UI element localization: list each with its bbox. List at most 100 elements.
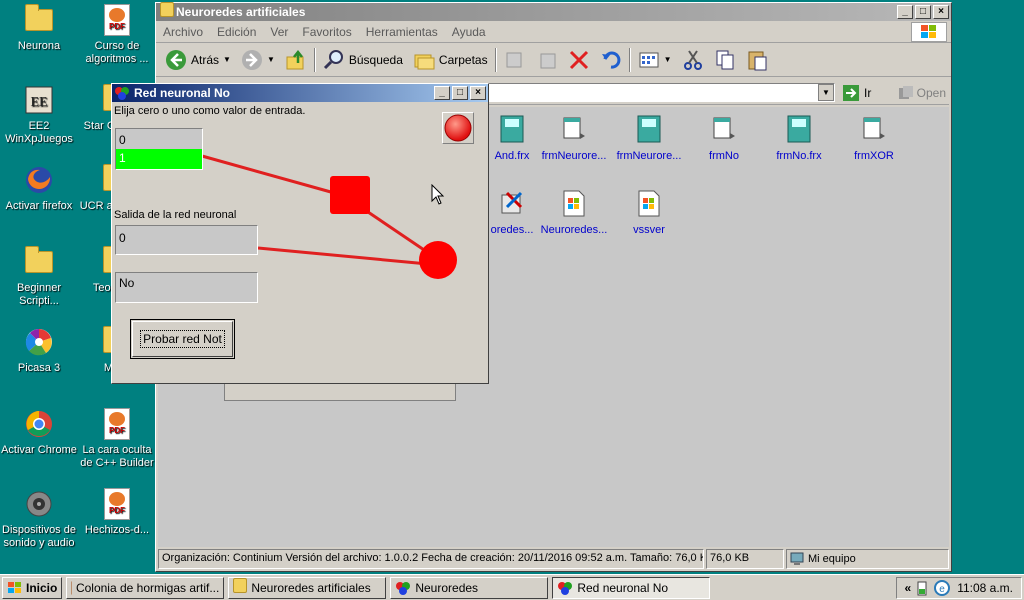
output-neuron <box>419 241 457 279</box>
taskbar-item-red-neuronal[interactable]: Red neuronal No <box>552 576 711 599</box>
file-item[interactable]: vssver <box>609 189 689 236</box>
copy-button[interactable] <box>711 49 739 71</box>
desktop-icon-curso[interactable]: PDF Curso de algoritmos ... <box>78 4 156 66</box>
file-item[interactable]: frmXOR <box>834 115 914 162</box>
frx-file-icon <box>637 115 661 143</box>
file-item[interactable]: frmNo <box>684 115 764 162</box>
delete-button[interactable] <box>565 49 593 71</box>
explorer-titlebar[interactable]: Neuroredes artificiales _ □ × <box>156 2 951 21</box>
address-input[interactable]: ▼ <box>488 83 835 102</box>
paste-icon <box>748 51 767 70</box>
status-info: Organización: Continium Versión del arch… <box>158 549 704 569</box>
system-tray: « e 11:08 a.m. <box>895 576 1022 599</box>
game-icon: EE <box>25 86 53 114</box>
menu-edicion[interactable]: Edición <box>210 25 263 39</box>
pdf-reader-icon <box>71 581 72 594</box>
views-button[interactable]: ▼ <box>635 49 675 71</box>
computer-icon <box>790 552 804 565</box>
battery-icon[interactable] <box>917 580 927 596</box>
explorer-menubar: Archivo Edición Ver Favoritos Herramient… <box>156 21 951 43</box>
windows-logo-icon <box>911 21 947 42</box>
picasa-icon <box>25 329 52 356</box>
start-button[interactable]: Inicio <box>2 576 63 599</box>
cut-button[interactable] <box>679 49 707 71</box>
dialog-minimize-button[interactable]: _ <box>434 86 450 100</box>
desktop-icon-neurona[interactable]: Neurona <box>0 4 78 53</box>
views-icon <box>639 52 659 67</box>
folders-button[interactable]: Carpetas <box>410 49 491 71</box>
up-folder-icon <box>286 49 304 69</box>
delete-x-icon <box>569 50 588 69</box>
firefox-icon <box>26 167 52 193</box>
menu-archivo[interactable]: Archivo <box>156 25 210 39</box>
back-button[interactable]: Atrás ▼ <box>162 49 234 71</box>
folder-icon <box>25 246 53 273</box>
undo-icon <box>601 51 620 69</box>
explorer-toolbar: Atrás ▼ ▼ Búsqueda Carpetas ▼ <box>156 43 951 77</box>
copy-icon <box>716 50 734 69</box>
tray-expand-button[interactable]: « <box>905 581 912 595</box>
paste-button[interactable] <box>743 49 771 71</box>
forward-button[interactable]: ▼ <box>238 49 278 71</box>
chevron-down-icon: ▼ <box>223 55 231 64</box>
taskbar-item-neuroredes-artificiales[interactable]: Neuroredes artificiales <box>228 576 387 599</box>
menu-favoritos[interactable]: Favoritos <box>295 25 358 39</box>
back-arrow-icon <box>166 49 186 70</box>
desktop-icon-chrome[interactable]: Activar Chrome <box>0 408 78 457</box>
desktop-icon-picasa[interactable]: Picasa 3 <box>0 326 78 375</box>
chrome-icon <box>26 411 52 437</box>
maximize-button[interactable]: □ <box>915 5 931 19</box>
explorer-statusbar: Organización: Continium Versión del arch… <box>158 549 949 569</box>
file-item[interactable]: frmNo.frx <box>759 115 839 162</box>
explorer-title: Neuroredes artificiales <box>176 5 306 19</box>
desktop: Neurona EE EE2 WinXpJuegos Activar firef… <box>0 0 1024 574</box>
speaker-icon <box>26 491 52 517</box>
taskbar-item-colonia[interactable]: Colonia de hormigas artif... <box>66 576 225 599</box>
undo-button[interactable] <box>597 49 625 71</box>
pdf-icon: PDF <box>104 488 130 520</box>
chevron-down-icon: ▼ <box>266 55 275 64</box>
address-dropdown-button[interactable]: ▼ <box>818 84 834 101</box>
search-button[interactable]: Búsqueda <box>320 49 406 71</box>
copy-to-button[interactable] <box>533 49 561 71</box>
menu-ver[interactable]: Ver <box>263 25 295 39</box>
file-item[interactable]: Neuroredes... <box>534 189 614 236</box>
menu-herramientas[interactable]: Herramientas <box>359 25 445 39</box>
taskbar: Inicio Colonia de hormigas artif... Neur… <box>0 574 1024 600</box>
desktop-icon-sound[interactable]: Dispositivos de sonido y audio <box>0 488 78 550</box>
frx-file-icon <box>500 115 524 143</box>
folders-icon <box>414 54 435 69</box>
result-field: No <box>115 272 258 303</box>
neural-network-dialog: Red neuronal No _ □ × Elija cero o uno c… <box>111 83 489 384</box>
file-item[interactable]: frmNeurore... <box>534 115 614 162</box>
network-icon[interactable]: e <box>933 579 951 596</box>
desktop-icon-firefox[interactable]: Activar firefox <box>0 164 78 213</box>
desktop-icon-beginner[interactable]: Beginner Scripti... <box>0 246 78 308</box>
test-network-button[interactable]: Probar red Not <box>130 319 235 359</box>
close-button[interactable]: × <box>933 5 949 19</box>
dialog-titlebar[interactable]: Red neuronal No _ □ × <box>112 84 488 102</box>
folder-icon <box>233 577 248 593</box>
menu-ayuda[interactable]: Ayuda <box>445 25 493 39</box>
go-arrow-icon <box>843 84 859 101</box>
go-button[interactable]: Ir <box>839 84 891 102</box>
dialog-close-button[interactable]: × <box>470 86 486 100</box>
dialog-maximize-button[interactable]: □ <box>452 86 468 100</box>
input-list: 0 1 <box>115 128 203 170</box>
input-option-one[interactable]: 1 <box>116 149 202 169</box>
status-size: 76,0 KB <box>706 549 784 569</box>
taskbar-item-neuroredes[interactable]: Neuroredes <box>390 576 549 599</box>
minimize-button[interactable]: _ <box>897 5 913 19</box>
desktop-icon-lacara[interactable]: PDF La cara oculta de C++ Builder <box>78 408 156 470</box>
move-to-icon <box>506 52 522 67</box>
move-to-button[interactable] <box>501 49 529 71</box>
file-item[interactable]: frmNeurore... <box>609 115 689 162</box>
forward-arrow-icon <box>241 49 262 70</box>
open-button[interactable]: Open <box>895 85 949 101</box>
up-folder-button[interactable] <box>282 49 310 71</box>
app-icon <box>396 581 411 595</box>
dialog-title: Red neuronal No <box>134 86 231 100</box>
desktop-icon-hechizos[interactable]: PDF Hechizos-d... <box>78 488 156 537</box>
input-option-zero[interactable]: 0 <box>116 129 202 149</box>
desktop-icon-ee2[interactable]: EE EE2 WinXpJuegos <box>0 84 78 146</box>
